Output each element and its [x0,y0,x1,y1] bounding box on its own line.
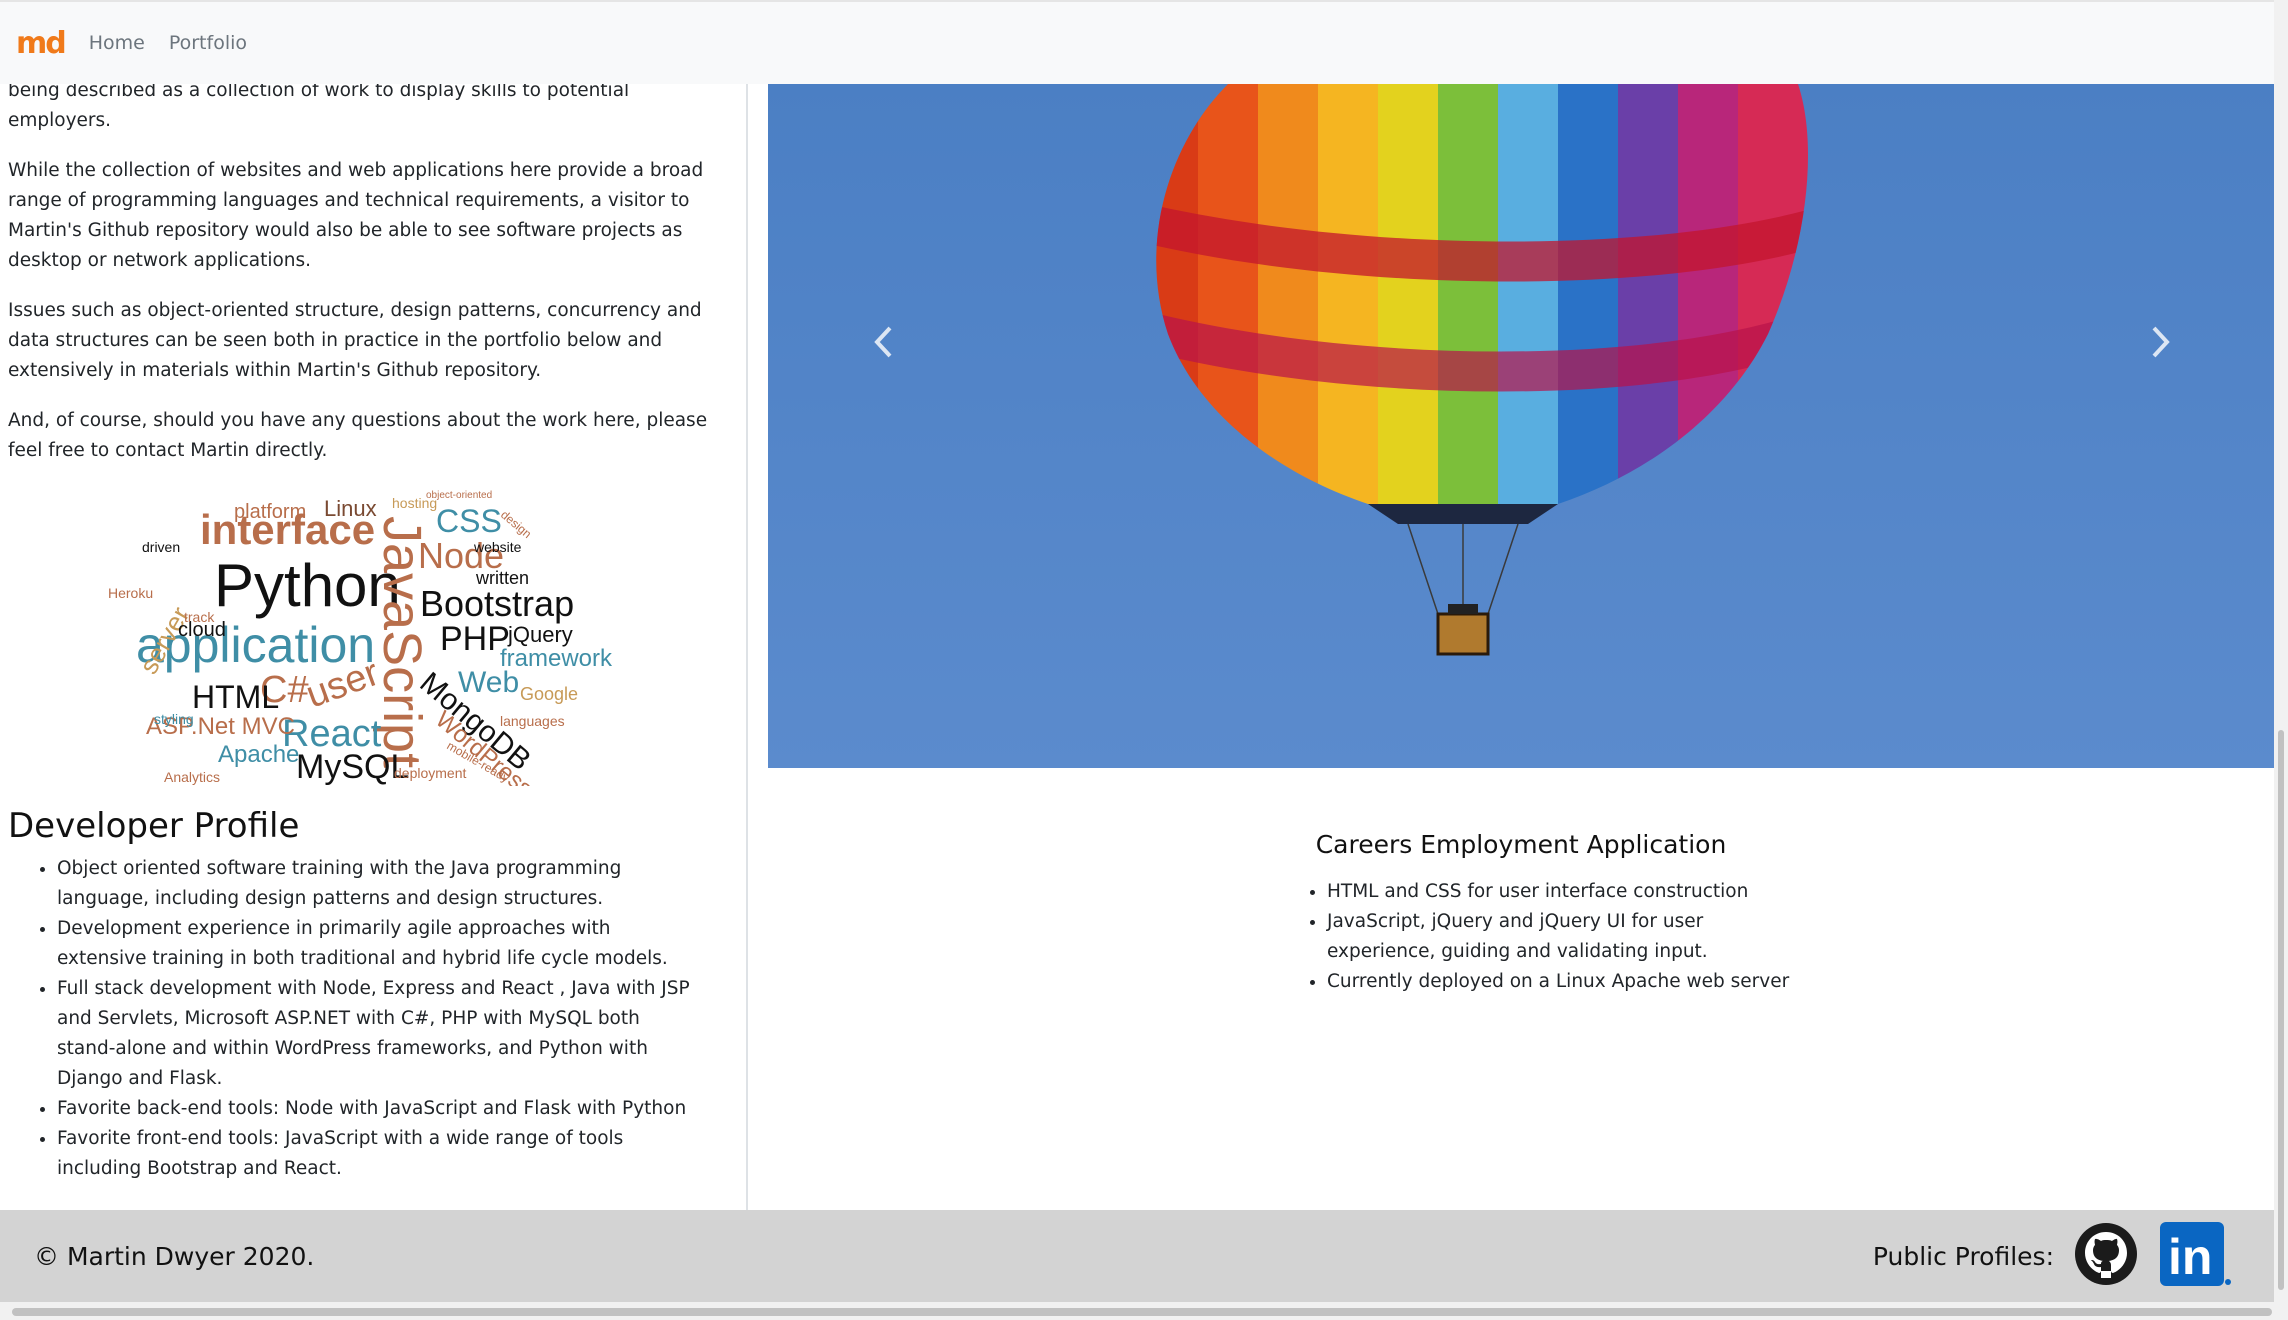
profile-list-item: Object oriented software training with t… [57,854,697,914]
project-feature-item: Currently deployed on a Linux Apache web… [1327,967,1807,997]
project-feature-item: HTML and CSS for user interface construc… [1327,877,1807,907]
public-profiles: Public Profiles: in [1873,1222,2234,1290]
wordcloud-word: track [184,609,215,625]
vertical-scrollbar-thumb[interactable] [2278,730,2284,1290]
intro-paragraph-3: Issues such as object-oriented structure… [8,300,702,381]
profile-list-item: Favorite back-end tools: Node with JavaS… [57,1094,697,1124]
wordcloud-word: HTML [192,679,279,715]
wordcloud-word: Linux [324,496,377,521]
skills-wordcloud-image: interface Linux CSS Node Python JavaScri… [100,486,620,803]
carousel-prev-button[interactable] [872,324,894,369]
wordcloud-word: written [475,568,529,588]
intro-paragraph-4: And, of course, should you have any ques… [8,410,708,461]
project-carousel[interactable] [768,84,2274,768]
profile-list-item: Favorite front-end tools: JavaScript wit… [57,1124,697,1184]
brand-logo[interactable]: md [16,26,67,61]
chevron-left-icon [874,326,892,358]
carousel-next-button[interactable] [2150,324,2172,369]
left-column: being described as a collection of work … [0,84,748,1210]
wordcloud-word: styling [154,711,194,727]
horizontal-scrollbar-thumb[interactable] [12,1308,2272,1316]
wordcloud-word: Heroku [108,585,153,601]
linkedin-icon: in [2160,1222,2231,1286]
nav-portfolio-link[interactable]: Portfolio [169,32,247,54]
project-title[interactable]: Careers Employment Application [768,830,2274,859]
wordcloud-word: CSS [436,503,502,539]
wordcloud-word: driven [142,539,180,555]
project-feature-item: JavaScript, jQuery and jQuery UI for use… [1327,907,1807,967]
navbar: md Home Portfolio [0,0,2274,84]
wordcloud-word: deployment [394,765,466,781]
github-icon [2075,1223,2137,1285]
wordcloud-word: object-oriented [426,490,492,501]
public-profiles-label: Public Profiles: [1872,1241,2054,1271]
intro-paragraph-2: While the collection of websites and web… [8,160,704,271]
wordcloud-word: website [473,539,522,555]
nav-home-link[interactable]: Home [89,32,145,54]
wordcloud-word: Analytics [164,769,220,785]
chevron-right-icon [2152,326,2170,358]
wordcloud-word: MySQL [296,748,409,786]
linkedin-link[interactable]: in [2160,1222,2234,1290]
wordcloud-word: Apache [218,741,299,768]
project-feature-list: HTML and CSS for user interface construc… [1307,877,1807,997]
profile-list-item: Full stack development with Node, Expres… [57,974,697,1094]
hot-air-balloon-image [768,84,2274,768]
footer: © Martin Dwyer 2020. Public Profiles: in [0,1210,2274,1302]
github-link[interactable] [2074,1222,2138,1290]
developer-profile-list: Object oriented software training with t… [0,854,697,1184]
wordcloud-word: languages [500,713,565,729]
profile-list-item: Development experience in primarily agil… [57,914,697,974]
intro-paragraph-1: being described as a collection of work … [8,84,630,131]
wordcloud-word: jQuery [507,622,573,647]
wordcloud-word: Google [520,684,578,704]
developer-profile-heading: Developer Profile [8,806,300,846]
copyright-text: © Martin Dwyer 2020. [34,1241,315,1271]
wordcloud-word: platform [234,501,306,523]
linkedin-icon-text: in [2168,1229,2212,1285]
project-caption: Careers Employment Application HTML and … [768,830,2274,997]
wordcloud-word: Bootstrap [420,583,574,624]
